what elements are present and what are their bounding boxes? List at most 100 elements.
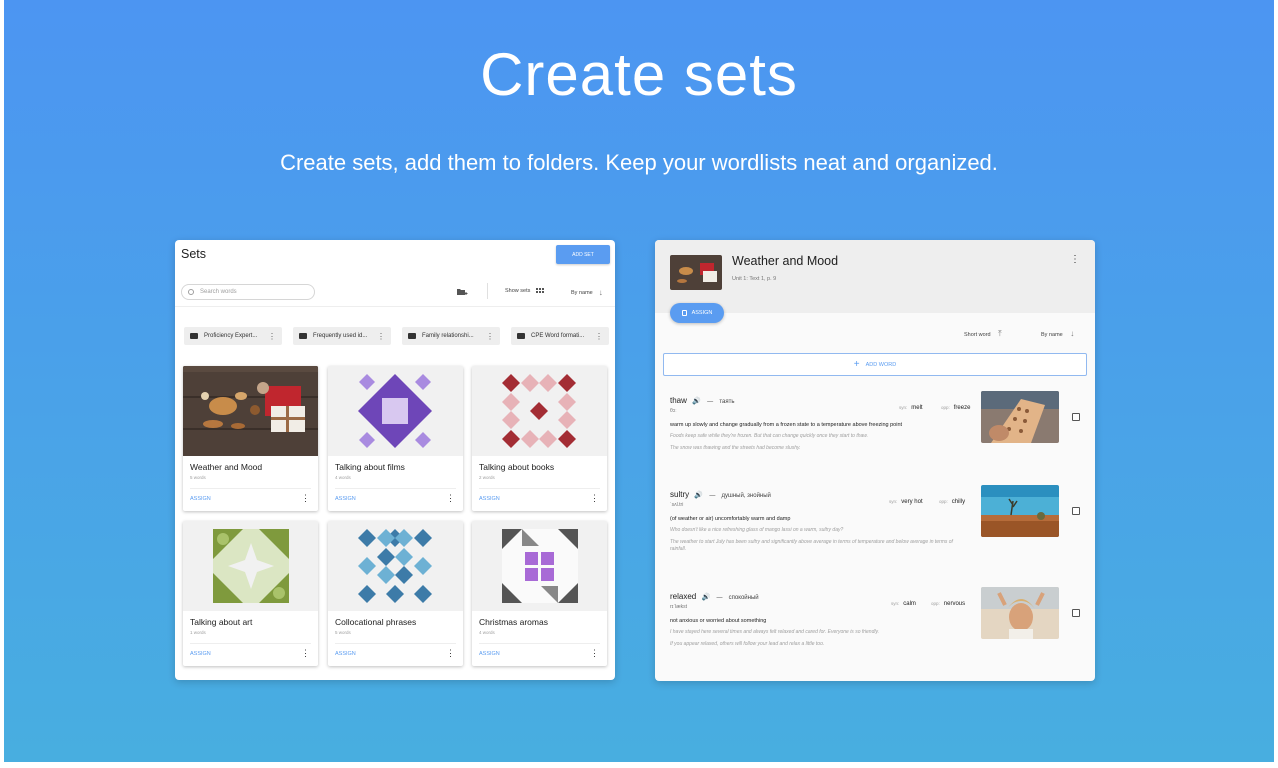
assign-link[interactable]: ASSIGN [190, 496, 211, 502]
more-icon[interactable]: ⋮ [301, 493, 310, 504]
folder-item[interactable]: CPE Word formati... ⋮ [511, 327, 609, 345]
set-count: 4 words [335, 475, 351, 480]
synonym: syn: calm [891, 601, 916, 607]
folder-icon [408, 333, 416, 339]
folder-icon [190, 333, 198, 339]
assign-link[interactable]: ASSIGN [335, 496, 356, 502]
clipboard-icon [681, 310, 687, 316]
more-icon[interactable]: ⋮ [590, 493, 599, 504]
grid-icon [536, 288, 545, 293]
more-icon[interactable]: ⋮ [486, 332, 494, 341]
set-title: Weather and Mood [732, 254, 839, 268]
assign-link[interactable]: ASSIGN [479, 496, 500, 502]
opp-value: chilly [951, 499, 966, 505]
set-card[interactable]: Christmas aromas 4 words ASSIGN ⋮ [472, 521, 607, 666]
add-word-button[interactable]: + ADD WORD [663, 353, 1087, 376]
folder-item[interactable]: Family relationshi... ⋮ [402, 327, 500, 345]
sets-panel: Sets ADD SET Search words Show sets By n… [175, 240, 615, 680]
set-card[interactable]: Talking about films 4 words ASSIGN ⋮ [328, 366, 463, 511]
more-icon[interactable]: ⋮ [446, 648, 455, 659]
word-entry: thaw 🔊 — таять θɔː syn: melt opp: freeze w… [670, 391, 1080, 452]
opp-value: nervous [943, 601, 966, 607]
syn-label: syn: [891, 601, 900, 606]
search-placeholder: Search words [200, 289, 237, 295]
set-name: Talking about books [479, 462, 555, 472]
sort-label: By name [571, 289, 593, 296]
arrow-down-icon: ↓ [1070, 329, 1075, 338]
set-cover-pattern [472, 521, 607, 611]
add-set-button[interactable]: ADD SET [556, 245, 610, 264]
more-icon[interactable]: ⋮ [590, 648, 599, 659]
assign-link[interactable]: ASSIGN [190, 651, 211, 657]
more-icon[interactable]: ⋮ [1070, 254, 1080, 265]
assign-button[interactable]: ASSIGN [670, 303, 724, 323]
sort-by-name[interactable]: By name ↓ [571, 288, 603, 297]
word-example: Foods keep safe while they're frozen. Bu… [670, 433, 869, 439]
set-count: 2 words [479, 475, 495, 480]
hero-subtitle: Create sets, add them to folders. Keep y… [280, 150, 998, 175]
set-name: Talking about art [190, 617, 253, 627]
word-text: relaxed [670, 592, 697, 601]
search-input[interactable]: Search words [181, 284, 315, 300]
set-card[interactable]: Talking about art 1 words ASSIGN ⋮ [183, 521, 318, 666]
antonym: opp: freeze [941, 405, 970, 411]
assign-label: ASSIGN [691, 310, 713, 316]
sort-name-label: By name [1041, 332, 1063, 338]
antonym: opp: nervous [931, 601, 965, 607]
synonym: syn: very hot [889, 499, 923, 505]
speaker-icon[interactable]: 🔊 [701, 594, 710, 601]
word-checkbox[interactable] [1072, 609, 1080, 617]
set-count: 1 words [190, 630, 206, 635]
set-count: 5 words [190, 475, 206, 480]
set-card[interactable]: Talking about books 2 words ASSIGN ⋮ [472, 366, 607, 511]
sets-title: Sets [181, 247, 207, 261]
folder-label: Family relationshi... [422, 333, 474, 339]
word-text: sultry [670, 490, 690, 499]
folder-icon [299, 333, 307, 339]
folder-label: Frequently used id... [313, 333, 368, 339]
folder-item[interactable]: Frequently used id... ⋮ [293, 327, 391, 345]
folder-icon [517, 333, 525, 339]
word-checkbox[interactable] [1072, 507, 1080, 515]
word-entry: sultry 🔊 — душный, знойный ˈsʌl.tri syn:… [670, 485, 1080, 552]
word-checkbox[interactable] [1072, 413, 1080, 421]
word-dash: — [707, 399, 714, 405]
folder-label: CPE Word formati... [531, 333, 585, 339]
set-card[interactable]: Collocational phrases 5 words ASSIGN ⋮ [328, 521, 463, 666]
set-card[interactable]: Weather and Mood 5 words ASSIGN ⋮ [183, 366, 318, 511]
sort-short-word[interactable]: Short word ⤒ [964, 329, 1002, 339]
syn-value: very hot [901, 499, 923, 505]
word-translation: спокойный [728, 595, 759, 601]
set-count: 5 words [335, 630, 351, 635]
add-word-label: ADD WORD [865, 361, 897, 368]
assign-link[interactable]: ASSIGN [335, 651, 356, 657]
speaker-icon[interactable]: 🔊 [694, 492, 703, 499]
show-sets-toggle[interactable]: Show sets [505, 288, 545, 294]
more-icon[interactable]: ⋮ [446, 493, 455, 504]
word-entry: relaxed 🔊 — спокойный rɪˈlækst syn: calm … [670, 587, 1080, 648]
word-example: If you appear relaxed, others will follo… [670, 640, 825, 647]
word-photo [981, 485, 1059, 537]
toolbar-divider [487, 283, 488, 299]
word-photo [981, 587, 1059, 639]
folder-item[interactable]: Proficiency Expert... ⋮ [184, 327, 282, 345]
new-folder-button[interactable] [457, 288, 468, 296]
more-icon[interactable]: ⋮ [268, 332, 276, 341]
antonym: opp: chilly [939, 499, 965, 505]
assign-link[interactable]: ASSIGN [479, 651, 500, 657]
more-icon[interactable]: ⋮ [595, 332, 603, 341]
word-example: The snow was thawing and the streets had… [670, 444, 801, 451]
collapse-icon: ⤒ [998, 329, 1002, 338]
sort-by-name[interactable]: By name ↓ [1041, 329, 1074, 338]
opp-label: opp: [941, 405, 950, 410]
more-icon[interactable]: ⋮ [301, 648, 310, 659]
set-cover-pattern [328, 366, 463, 456]
set-header: Weather and Mood Unit 1: Text 1, p. 9 ⋮ [655, 240, 1095, 313]
arrow-down-icon: ↓ [598, 288, 603, 297]
set-thumbnail [670, 255, 722, 290]
speaker-icon[interactable]: 🔊 [692, 398, 701, 405]
folder-label: Proficiency Expert... [204, 333, 258, 339]
set-cover-pattern [328, 521, 463, 611]
more-icon[interactable]: ⋮ [377, 332, 385, 341]
plus-icon: + [853, 359, 860, 370]
